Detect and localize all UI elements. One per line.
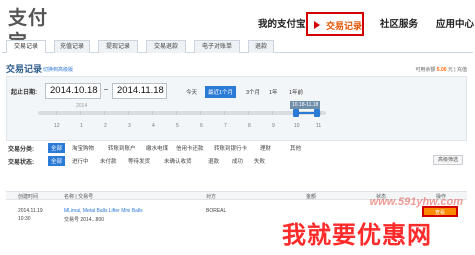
- status-chip-failed[interactable]: 失败: [254, 157, 265, 165]
- balance-label: 可用余额: [415, 67, 436, 73]
- status-chip-all[interactable]: 全部: [48, 156, 66, 166]
- balance-info: 可用余额 5.00 元 | 充值: [415, 66, 467, 73]
- timeline-end-handle[interactable]: [314, 109, 320, 117]
- th-created: 创建时间: [18, 194, 39, 200]
- timeline-tick-label: 2: [104, 123, 107, 129]
- row-name[interactable]: MLimai, Metal Balls Lifter Mini Balls: [64, 208, 143, 214]
- alipay-logo: 支付宝: [8, 7, 49, 53]
- status-chip-unconfirmed[interactable]: 未确认收货: [164, 157, 192, 165]
- status-chip-awaiting-shipment[interactable]: 等待发货: [128, 157, 150, 165]
- type-chip-credit-card[interactable]: 信用卡还款: [176, 144, 204, 152]
- quick-1-month[interactable]: 最近1个月: [205, 86, 237, 98]
- status-chip-in-progress[interactable]: 进行中: [72, 157, 89, 165]
- timeline-tick-label: 6: [200, 123, 203, 129]
- balance-amount: 5.00: [436, 67, 447, 73]
- end-date-input[interactable]: 2014.11.18: [112, 83, 167, 99]
- quick-before-1-year[interactable]: 1年前: [289, 88, 303, 96]
- timeline-range-label: 10.18-11.18: [290, 101, 321, 109]
- row-time: 10:30: [18, 216, 31, 222]
- tab-bar: 交易记录 充值记录 提现记录 交易退款 电子对账单 退款: [2, 40, 473, 53]
- type-chip-other[interactable]: 其他: [290, 144, 301, 152]
- balance-suffix[interactable]: 元 | 充值: [448, 67, 467, 73]
- type-chip-taobao[interactable]: 淘宝购物: [72, 144, 94, 152]
- quick-3-months[interactable]: 3个月: [246, 88, 260, 96]
- timeline-tick-label: 4: [152, 123, 155, 129]
- topnav-transactions-label: 交易记录: [326, 21, 363, 31]
- timeline-tick-label: 1: [80, 123, 83, 129]
- type-chip-transfer[interactable]: 转账到账户: [108, 144, 136, 152]
- timeline-tick-label: 9: [272, 123, 275, 129]
- tab-transactions[interactable]: 交易记录: [6, 40, 46, 53]
- timeline-tick-label: 8: [248, 123, 251, 129]
- timeline-range: [296, 112, 316, 114]
- row-trade-no: 交易号 2014...800: [64, 217, 105, 223]
- arrow-right-icon: [314, 21, 320, 29]
- advanced-filter-button[interactable]: 高级筛选: [433, 155, 463, 165]
- row-date: 2014.11.19: [18, 208, 43, 214]
- th-counterparty: 对方: [206, 194, 217, 200]
- timeline-slider[interactable]: [38, 111, 326, 115]
- promo-banner: 我就要优惠网: [282, 222, 432, 249]
- advanced-version-link[interactable]: 切换到高级版: [43, 66, 73, 73]
- timeline-tick-label: 10: [294, 123, 300, 129]
- quick-today[interactable]: 今天: [186, 88, 197, 96]
- type-filter-label: 交易分类:: [8, 147, 34, 153]
- timeline-tick-label: 3: [128, 123, 131, 129]
- tab-statement[interactable]: 电子对账单: [194, 40, 240, 53]
- status-filter-label: 交易状态:: [8, 160, 34, 166]
- row-counterparty: BOREAL: [206, 208, 227, 214]
- status-chip-unpaid[interactable]: 未付款: [100, 157, 117, 165]
- th-name: 名称 | 交易号: [64, 194, 94, 200]
- timeline-year: 2014: [76, 103, 88, 109]
- tab-returns[interactable]: 退款: [248, 40, 274, 53]
- timeline-start-handle[interactable]: [293, 109, 299, 117]
- type-chip-utilities[interactable]: 缴水电煤: [146, 144, 168, 152]
- section-title: 交易记录: [6, 64, 43, 74]
- type-chip-finance[interactable]: 理财: [260, 144, 271, 152]
- tab-withdraw[interactable]: 提现记录: [98, 40, 138, 53]
- status-chip-refund[interactable]: 退款: [208, 157, 219, 165]
- quick-1-year[interactable]: 1年: [269, 88, 278, 96]
- date-label: 起止日期:: [11, 90, 37, 96]
- status-chip-success[interactable]: 成功: [232, 157, 243, 165]
- tab-topup[interactable]: 充值记录: [54, 40, 90, 53]
- topnav-transactions[interactable]: 交易记录: [306, 12, 364, 36]
- topnav-apps[interactable]: 应用中心: [436, 16, 474, 30]
- timeline-tick-label: 7: [224, 123, 227, 129]
- timeline-tick-label: 11: [316, 123, 322, 129]
- tab-refund[interactable]: 交易退款: [146, 40, 186, 53]
- th-amount: 金额: [306, 194, 317, 200]
- date-separator: [104, 89, 108, 90]
- start-date-input[interactable]: 2014.10.18: [45, 83, 101, 99]
- type-chip-bank-transfer[interactable]: 转账到银行卡: [214, 144, 247, 152]
- timeline-tick-label: 5: [176, 123, 179, 129]
- topnav-community[interactable]: 社区服务: [380, 16, 418, 30]
- topnav-my-alipay[interactable]: 我的支付宝: [258, 16, 306, 30]
- type-chip-all[interactable]: 全部: [48, 143, 66, 153]
- timeline-tick-label: 12: [54, 123, 60, 129]
